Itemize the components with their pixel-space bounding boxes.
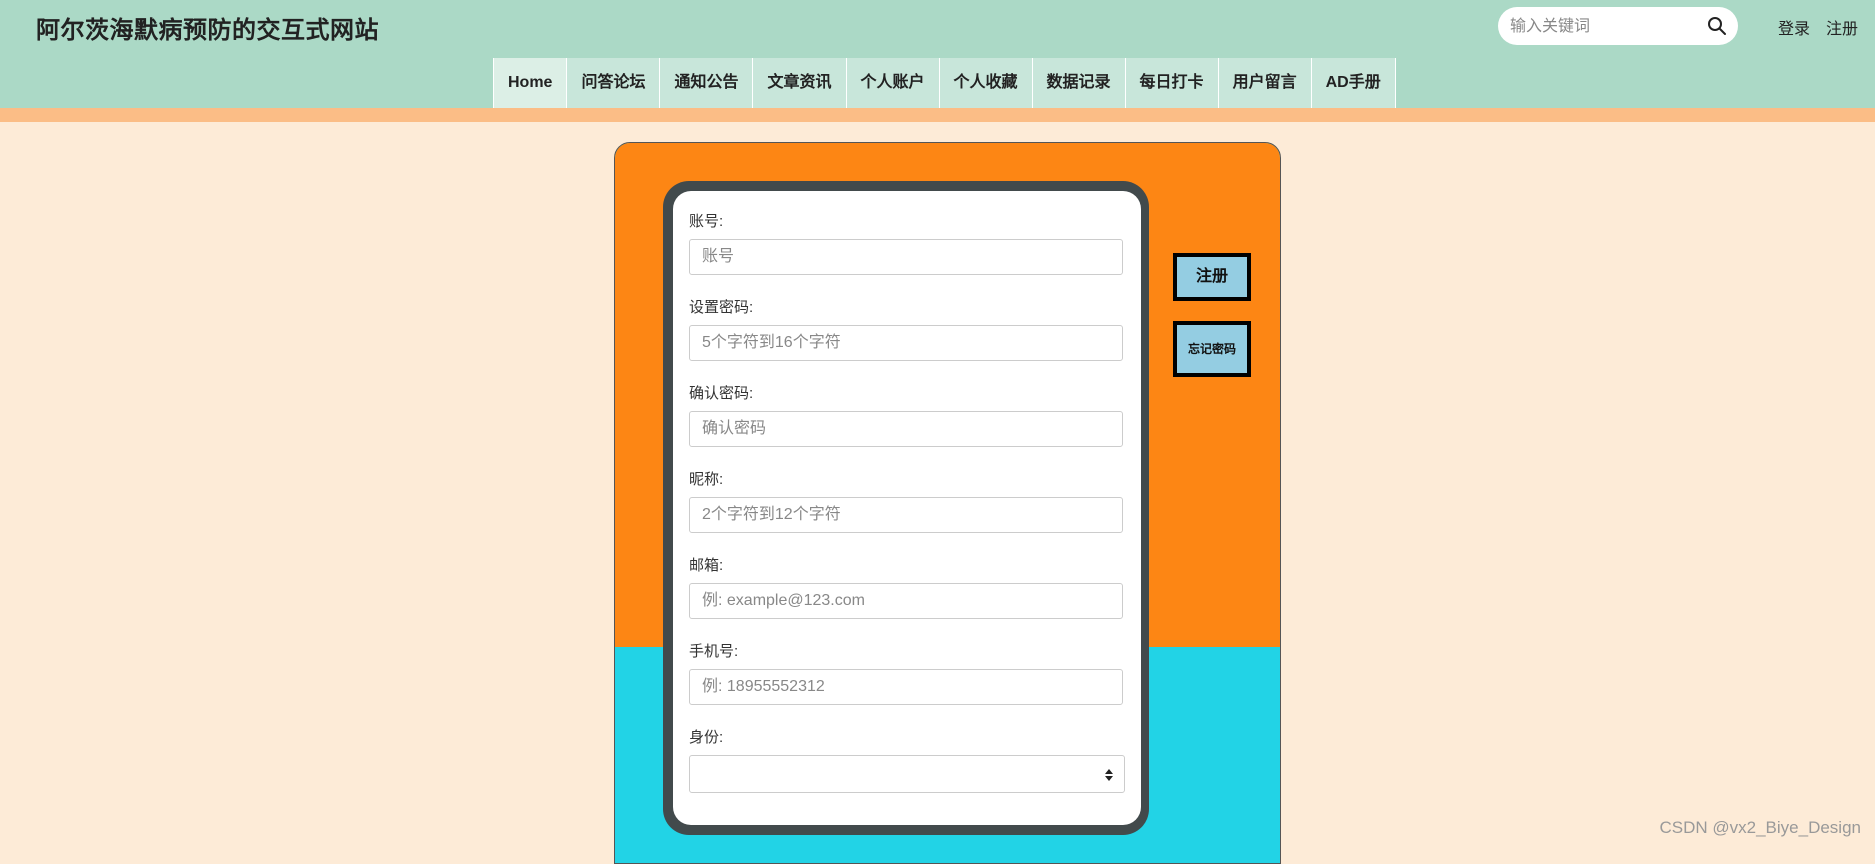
nav-home[interactable]: Home	[493, 58, 567, 108]
nav-ad-manual[interactable]: AD手册	[1310, 58, 1396, 108]
site-title: 阿尔茨海默病预防的交互式网站	[36, 17, 379, 44]
accent-stripe	[0, 108, 1875, 122]
nav-articles[interactable]: 文章资讯	[752, 58, 846, 108]
top-header: 阿尔茨海默病预防的交互式网站 登录 注册 Home 问答论坛 通知公告 文章资讯…	[0, 0, 1875, 108]
phone-input[interactable]	[689, 669, 1123, 705]
register-link[interactable]: 注册	[1826, 15, 1858, 39]
forgot-password-button[interactable]: 忘记密码	[1173, 321, 1251, 377]
nickname-input[interactable]	[689, 497, 1123, 533]
email-label: 邮箱:	[689, 557, 724, 574]
search-input[interactable]	[1508, 7, 1702, 47]
nav-checkin[interactable]: 每日打卡	[1124, 58, 1218, 108]
nickname-label: 昵称:	[689, 471, 724, 488]
password-input[interactable]	[689, 325, 1123, 361]
password-label: 设置密码:	[689, 299, 754, 316]
nav-forum[interactable]: 问答论坛	[566, 58, 660, 108]
main-nav: Home 问答论坛 通知公告 文章资讯 个人账户 个人收藏 数据记录 每日打卡 …	[493, 58, 1396, 108]
nav-notices[interactable]: 通知公告	[659, 58, 753, 108]
sort-arrows-icon	[1104, 767, 1114, 783]
login-link[interactable]: 登录	[1778, 15, 1810, 39]
nav-account[interactable]: 个人账户	[845, 58, 939, 108]
email-input[interactable]	[689, 583, 1123, 619]
search-box	[1498, 7, 1738, 47]
nav-records[interactable]: 数据记录	[1031, 58, 1125, 108]
nav-favorites[interactable]: 个人收藏	[938, 58, 1032, 108]
identity-label: 身份:	[689, 729, 724, 746]
account-input[interactable]	[689, 239, 1123, 275]
phone-label: 手机号:	[689, 643, 739, 660]
register-button[interactable]: 注册	[1173, 253, 1251, 301]
identity-select[interactable]	[689, 755, 1125, 793]
nav-messages[interactable]: 用户留言	[1217, 58, 1311, 108]
confirm-password-label: 确认密码:	[689, 385, 754, 402]
account-label: 账号:	[689, 213, 724, 230]
confirm-password-input[interactable]	[689, 411, 1123, 447]
watermark: CSDN @vx2_Biye_Design	[1659, 818, 1861, 837]
search-icon[interactable]	[1707, 16, 1727, 36]
